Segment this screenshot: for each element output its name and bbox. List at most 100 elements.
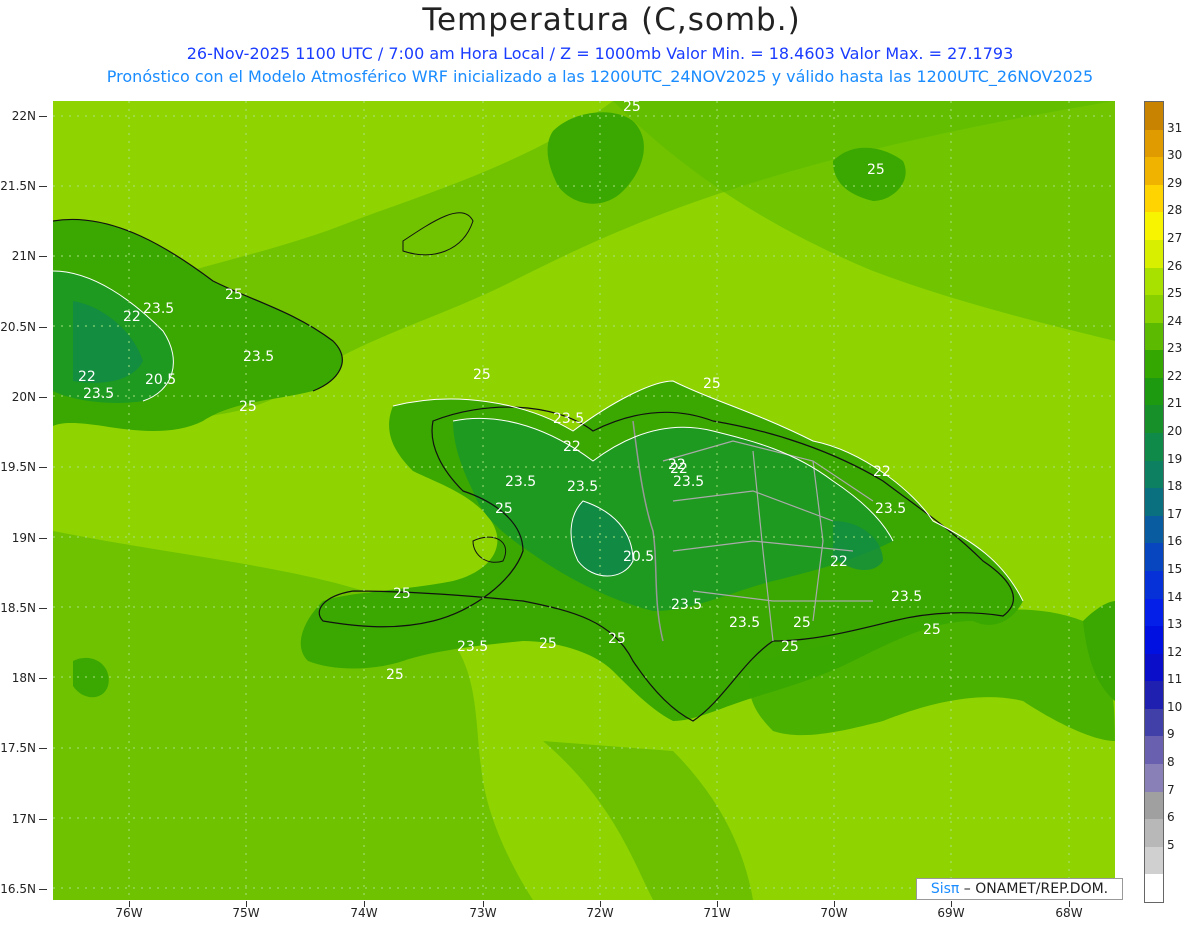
- legend-swatch: [1145, 350, 1163, 379]
- longitude-tick: [246, 901, 247, 907]
- chart-title: Temperatura (C,somb.): [422, 2, 801, 38]
- legend-swatch: [1145, 681, 1163, 710]
- legend-label: 23: [1167, 341, 1183, 356]
- legend-label: 6: [1167, 810, 1175, 825]
- latitude-label: 18.5N: [0, 601, 36, 615]
- legend-swatch: [1145, 239, 1163, 268]
- legend-label: 18: [1167, 479, 1183, 494]
- longitude-label: 74W: [350, 906, 378, 920]
- longitude-tick: [1069, 901, 1070, 907]
- legend-swatch: [1145, 157, 1163, 186]
- legend-label: 13: [1167, 617, 1183, 632]
- legend-label: 19: [1167, 451, 1183, 466]
- latitude-tick: [39, 538, 47, 539]
- legend-label: 29: [1167, 175, 1183, 190]
- legend-label: 15: [1167, 561, 1183, 576]
- longitude-tick: [834, 901, 835, 907]
- legend-label: 9: [1167, 727, 1175, 742]
- legend-label: 26: [1167, 258, 1183, 273]
- contour-label: 22: [563, 439, 581, 455]
- longitude-label: 69W: [937, 906, 965, 920]
- legend-swatch: [1145, 267, 1163, 296]
- legend-label: 16: [1167, 534, 1183, 549]
- chart-subtitle-time: 26-Nov-2025 1100 UTC / 7:00 am Hora Loca…: [186, 44, 1014, 63]
- latitude-label: 17.5N: [0, 741, 36, 755]
- legend-swatch: [1145, 846, 1163, 875]
- legend-label: 25: [1167, 286, 1183, 301]
- legend-swatch: [1145, 295, 1163, 324]
- legend-swatch: [1145, 626, 1163, 655]
- contour-label: 22: [78, 369, 96, 385]
- legend-swatch: [1145, 433, 1163, 462]
- latitude-tick: [39, 397, 47, 398]
- longitude-tick: [129, 901, 130, 907]
- latitude-label: 20N: [11, 390, 36, 404]
- legend-swatch: [1145, 791, 1163, 820]
- latitude-label: 18N: [11, 671, 36, 685]
- contour-label: 22: [830, 554, 848, 570]
- legend-label: 20: [1167, 424, 1183, 439]
- contour-label: 25: [608, 631, 626, 647]
- contour-label: 20.5: [623, 549, 654, 565]
- contour-label: 25: [386, 667, 404, 683]
- contour-label: 23.5: [505, 474, 536, 490]
- latitude-tick: [39, 327, 47, 328]
- contour-label: 25: [393, 586, 411, 602]
- contour-label: 20.5: [145, 372, 176, 388]
- contour-label: 22: [873, 464, 891, 480]
- credit-sis: Sisπ: [930, 881, 960, 897]
- legend-swatch: [1145, 322, 1163, 351]
- legend-swatch: [1145, 184, 1163, 213]
- legend-swatch: [1145, 543, 1163, 572]
- legend-label: 28: [1167, 203, 1183, 218]
- contour-label: 22: [123, 309, 141, 325]
- latitude-tick: [39, 186, 47, 187]
- longitude-label: 72W: [586, 906, 614, 920]
- latitude-label: 19N: [11, 531, 36, 545]
- legend-label: 21: [1167, 396, 1183, 411]
- legend-label: 11: [1167, 672, 1183, 687]
- temperature-map-svg: 25252523.52222 20.523.523.525252523.52222…: [53, 101, 1115, 900]
- legend-swatch: [1145, 129, 1163, 158]
- legend-swatch: [1145, 515, 1163, 544]
- contour-label: 23.5: [875, 501, 906, 517]
- latitude-tick: [39, 678, 47, 679]
- latitude-label: 21N: [11, 249, 36, 263]
- longitude-label: 73W: [469, 906, 497, 920]
- contour-label: 25: [495, 501, 513, 517]
- chart-subtitle-model: Pronóstico con el Modelo Atmosférico WRF…: [106, 67, 1094, 86]
- contour-label: 23.5: [457, 639, 488, 655]
- latitude-tick: [39, 116, 47, 117]
- longitude-tick: [364, 901, 365, 907]
- temperature-map[interactable]: 25 25 25 23.5 22 22 20.5 23.5 23.5 25 25 25 23.5 22 22…: [53, 101, 1115, 900]
- latitude-tick: [39, 256, 47, 257]
- latitude-label: 17N: [11, 812, 36, 826]
- contour-label: 25: [923, 622, 941, 638]
- legend-swatch: [1145, 598, 1163, 627]
- contour-label: 25: [473, 367, 491, 383]
- legend-label: 5: [1167, 837, 1175, 852]
- latitude-tick: [39, 748, 47, 749]
- latitude-tick: [39, 889, 47, 890]
- contour-label: 23.5: [243, 349, 274, 365]
- longitude-label: 68W: [1055, 906, 1083, 920]
- longitude-tick: [717, 901, 718, 907]
- contour-label: 25: [623, 101, 641, 115]
- longitude-tick: [951, 901, 952, 907]
- contour-label: 23.5: [83, 386, 114, 402]
- contour-label: 25: [225, 287, 243, 303]
- legend-swatch: [1145, 570, 1163, 599]
- legend-swatch: [1145, 736, 1163, 765]
- longitude-label: 75W: [232, 906, 260, 920]
- contour-label: 23.5: [143, 301, 174, 317]
- longitude-label: 76W: [115, 906, 143, 920]
- longitude-tick: [483, 901, 484, 907]
- latitude-label: 20.5N: [0, 320, 36, 334]
- color-legend: [1144, 101, 1164, 903]
- credit-org: – ONAMET/REP.DOM.: [959, 881, 1109, 897]
- contour-label: 23.5: [673, 474, 704, 490]
- longitude-tick: [600, 901, 601, 907]
- legend-label: 24: [1167, 313, 1183, 328]
- latitude-label: 16.5N: [0, 882, 36, 896]
- legend-swatch: [1145, 460, 1163, 489]
